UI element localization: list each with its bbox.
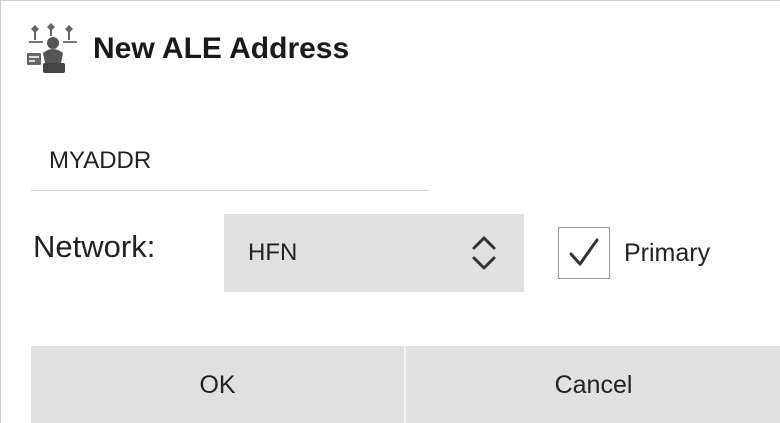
network-select[interactable]: HFN — [224, 214, 524, 292]
checkbox-box[interactable] — [558, 227, 610, 279]
address-input[interactable] — [31, 131, 429, 191]
network-label: Network: — [33, 229, 156, 264]
primary-label: Primary — [624, 238, 711, 267]
dialog-header: New ALE Address — [25, 21, 349, 77]
ok-button[interactable]: OK — [31, 346, 406, 423]
cancel-button[interactable]: Cancel — [406, 346, 780, 423]
network-select-value: HFN — [248, 239, 298, 266]
new-ale-address-dialog: New ALE Address Network: HFN Primary OK … — [0, 0, 780, 423]
dialog-buttons: OK Cancel — [31, 346, 780, 423]
checkmark-icon — [569, 238, 599, 266]
updown-chevrons-icon — [472, 236, 496, 270]
dialog-title: New ALE Address — [93, 32, 350, 65]
primary-checkbox[interactable]: Primary — [558, 227, 710, 279]
network-tower-icon — [27, 23, 77, 73]
